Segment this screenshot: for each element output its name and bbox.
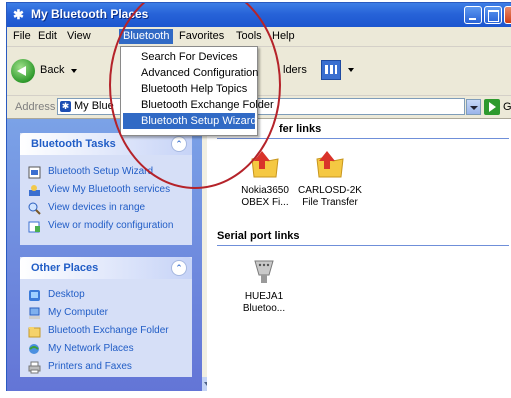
task-link-label: View My Bluetooth services bbox=[48, 184, 171, 195]
menu-bar: File Edit View Bluetooth Favorites Tools… bbox=[7, 27, 511, 69]
bluetooth-icon: ✱ bbox=[13, 7, 24, 22]
device-name: CARLOSD-2K bbox=[298, 185, 362, 196]
menu-item-search-devices[interactable]: Search For Devices bbox=[123, 49, 255, 65]
place-link-label: My Network Places bbox=[48, 343, 134, 354]
bluetooth-menu-dropdown: Search For Devices Advanced Configuratio… bbox=[120, 46, 274, 136]
menu-item-label: Search For Devices bbox=[141, 51, 238, 63]
other-places-panel: Other Places ⌃ Desktop My Computer Bluet… bbox=[20, 257, 192, 377]
back-button[interactable]: Back bbox=[11, 59, 83, 83]
back-arrow-icon bbox=[11, 59, 35, 83]
address-label: Address bbox=[15, 101, 56, 113]
views-icon[interactable] bbox=[321, 60, 341, 80]
menu-item-exchange-folder[interactable]: Bluetooth Exchange Folder bbox=[123, 97, 274, 113]
content-pane: fer links Nokia3650 OBEX Fi... CARLOSD-2… bbox=[207, 119, 511, 391]
place-link-label: Desktop bbox=[48, 289, 85, 300]
device-name: HUEJA1 bbox=[244, 291, 284, 302]
task-pane: Bluetooth Tasks ⌃ Bluetooth Setup Wizard… bbox=[7, 119, 207, 391]
device-item[interactable]: Nokia3650 OBEX Fi... bbox=[230, 147, 300, 209]
menu-edit[interactable]: Edit bbox=[34, 29, 61, 44]
close-button[interactable] bbox=[504, 6, 511, 24]
task-link-label: View devices in range bbox=[48, 202, 146, 213]
device-item[interactable]: HUEJA1 Bluetoo... bbox=[229, 253, 299, 315]
minimize-button[interactable] bbox=[464, 6, 482, 24]
transfer-links-header: fer links bbox=[217, 123, 509, 139]
computer-icon bbox=[29, 307, 40, 319]
menu-item-setup-wizard[interactable]: Bluetooth Setup Wizard bbox=[123, 113, 257, 129]
wizard-icon bbox=[28, 166, 41, 179]
device-type: Bluetoo... bbox=[242, 303, 286, 314]
folder-transfer-icon bbox=[251, 151, 279, 178]
menu-item-help-topics[interactable]: Bluetooth Help Topics bbox=[123, 81, 255, 97]
back-dropdown-arrow-icon[interactable] bbox=[71, 69, 77, 73]
serial-port-icon bbox=[254, 260, 274, 283]
menu-item-label: Bluetooth Help Topics bbox=[141, 83, 248, 95]
printer-icon bbox=[28, 361, 41, 374]
bluetooth-tasks-header[interactable]: Bluetooth Tasks ⌃ bbox=[20, 133, 192, 155]
folders-button[interactable]: lders bbox=[283, 64, 307, 76]
views-dropdown-arrow-icon[interactable] bbox=[348, 68, 354, 72]
go-arrow-icon[interactable] bbox=[484, 99, 500, 115]
device-type: File Transfer bbox=[302, 197, 358, 208]
folder-icon bbox=[28, 327, 41, 338]
menu-favorites[interactable]: Favorites bbox=[175, 29, 228, 44]
place-link-label: My Computer bbox=[48, 307, 109, 318]
services-icon bbox=[29, 185, 40, 196]
bluetooth-icon: ✱ bbox=[60, 101, 71, 112]
collapse-icon[interactable]: ⌃ bbox=[171, 136, 187, 152]
place-link-label: Bluetooth Exchange Folder bbox=[48, 325, 169, 336]
folder-transfer-icon bbox=[316, 151, 344, 178]
other-places-title: Other Places bbox=[31, 262, 99, 274]
menu-item-label: Bluetooth Setup Wizard bbox=[141, 115, 257, 127]
configuration-icon bbox=[28, 221, 40, 233]
menu-help[interactable]: Help bbox=[268, 29, 299, 44]
toolbar: Back lders bbox=[7, 47, 511, 96]
network-places-icon bbox=[29, 344, 39, 354]
search-icon bbox=[28, 202, 41, 215]
menu-tools[interactable]: Tools bbox=[232, 29, 266, 44]
desktop-icon bbox=[29, 290, 40, 301]
task-link-label: Bluetooth Setup Wizard bbox=[48, 166, 154, 177]
window-title: My Bluetooth Places bbox=[31, 7, 149, 21]
menu-item-label: Advanced Configuration bbox=[141, 67, 259, 79]
maximize-button[interactable] bbox=[484, 6, 502, 24]
serial-links-header: Serial port links bbox=[217, 230, 509, 246]
device-type: OBEX Fi... bbox=[241, 197, 289, 208]
back-label: Back bbox=[40, 64, 65, 76]
bluetooth-tasks-panel: Bluetooth Tasks ⌃ Bluetooth Setup Wizard… bbox=[20, 133, 192, 245]
menu-item-label: Bluetooth Exchange Folder bbox=[141, 99, 274, 111]
place-link-label: Printers and Faxes bbox=[48, 361, 132, 372]
go-button[interactable]: Go bbox=[503, 101, 511, 113]
menu-view[interactable]: View bbox=[63, 29, 95, 44]
menu-item-advanced-configuration[interactable]: Advanced Configuration bbox=[123, 65, 259, 81]
menu-bluetooth[interactable]: Bluetooth bbox=[119, 29, 174, 44]
task-link-label: View or modify configuration bbox=[48, 220, 174, 231]
address-dropdown-button[interactable] bbox=[466, 99, 481, 115]
collapse-icon[interactable]: ⌃ bbox=[171, 260, 187, 276]
device-name: Nokia3650 bbox=[241, 185, 289, 196]
menu-file[interactable]: File bbox=[9, 29, 35, 44]
device-item[interactable]: CARLOSD-2K File Transfer bbox=[295, 147, 365, 209]
serial-links-title: Serial port links bbox=[217, 230, 300, 242]
other-places-header[interactable]: Other Places ⌃ bbox=[20, 257, 192, 279]
title-bar[interactable]: ✱ My Bluetooth Places bbox=[7, 3, 511, 27]
explorer-window: ✱ My Bluetooth Places File Edit View Blu… bbox=[6, 2, 511, 391]
address-value: My Blue bbox=[74, 100, 114, 112]
bluetooth-tasks-title: Bluetooth Tasks bbox=[31, 138, 116, 150]
